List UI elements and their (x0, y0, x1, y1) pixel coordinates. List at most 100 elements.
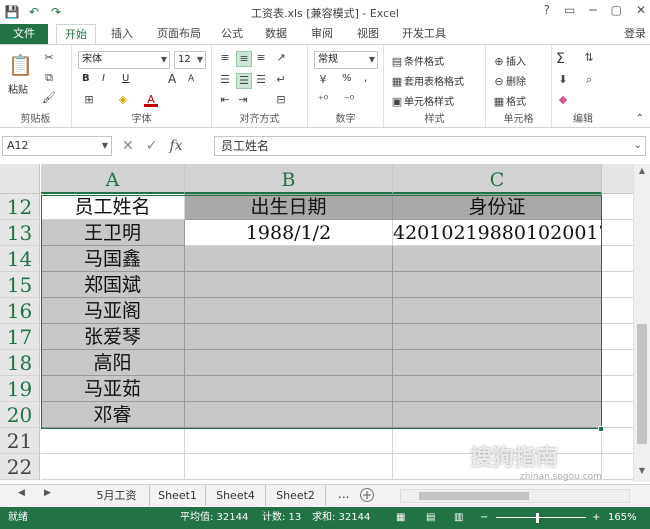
formula-input[interactable]: 员工姓名 ⌄ (214, 136, 646, 156)
close-icon[interactable]: ✕ (636, 3, 646, 17)
cell-b14[interactable] (185, 246, 393, 272)
cell-c13[interactable]: 420102198801020017 (393, 220, 602, 246)
format-cells-button[interactable]: ▦ 格式 (492, 93, 526, 109)
expand-formula-icon[interactable]: ⌄ (634, 137, 642, 155)
comma-button[interactable]: , (364, 73, 367, 84)
cell-styles-button[interactable]: ▣ 单元格样式 (390, 93, 454, 109)
grow-font-button[interactable]: A (168, 72, 176, 86)
row-header[interactable]: 17 (0, 324, 40, 350)
maximize-icon[interactable]: ▢ (611, 3, 622, 17)
select-all-corner[interactable] (0, 164, 40, 194)
cell-a12[interactable]: 员工姓名 (41, 194, 185, 220)
cell-c20[interactable] (393, 402, 602, 428)
percent-button[interactable]: % (342, 73, 352, 84)
cancel-icon[interactable]: ✕ (122, 138, 134, 154)
format-as-table-button[interactable]: ▦ 套用表格格式 (390, 73, 464, 89)
underline-button[interactable]: U (122, 73, 129, 84)
enter-icon[interactable]: ✓ (146, 138, 158, 154)
column-header-a[interactable]: A (41, 164, 185, 194)
number-format-select[interactable]: 常规 ▼ (314, 51, 378, 69)
orientation-icon[interactable]: ↗ (274, 51, 288, 65)
page-break-view-icon[interactable]: ▥ (454, 507, 463, 529)
border-icon[interactable]: ⊞ (82, 93, 96, 107)
font-name-select[interactable]: 宋体 ▼ (78, 51, 170, 69)
row-header[interactable]: 22 (0, 454, 40, 480)
cell-a19[interactable]: 马亚茹 (41, 376, 185, 402)
align-right-icon[interactable]: ☰ (254, 73, 268, 87)
cell-a22[interactable] (41, 454, 185, 480)
insert-function-button[interactable]: fx (169, 138, 182, 154)
zoom-slider-thumb[interactable] (536, 513, 539, 523)
worksheet-grid[interactable]: ABC 12 员工姓名 出生日期 身份证 13 王卫明 1988/1/2 4201021988… (0, 164, 650, 482)
cell-a14[interactable]: 马国鑫 (41, 246, 185, 272)
shrink-font-button[interactable]: A (188, 74, 194, 84)
scroll-up-icon[interactable]: ▲ (634, 166, 650, 180)
font-size-select[interactable]: 12 ▼ (174, 51, 206, 69)
fill-handle[interactable] (598, 426, 604, 432)
tab-formulas[interactable]: 公式 (214, 24, 250, 44)
currency-icon[interactable]: ¥ (316, 73, 330, 87)
cell-a20[interactable]: 邓睿 (41, 402, 185, 428)
tab-view[interactable]: 视图 (348, 24, 388, 44)
cell-c19[interactable] (393, 376, 602, 402)
sheet-tab-sheet4[interactable]: Sheet4 (206, 485, 266, 506)
cell-a13[interactable]: 王卫明 (41, 220, 185, 246)
more-sheets-button[interactable]: ... (338, 487, 349, 501)
cell-c12[interactable]: 身份证 (393, 194, 602, 220)
column-header-b[interactable]: B (185, 164, 393, 194)
align-middle-icon[interactable]: ≡ (236, 51, 252, 67)
tab-developer[interactable]: 开发工具 (394, 24, 454, 44)
tab-data[interactable]: 数据 (256, 24, 296, 44)
horizontal-scrollbar[interactable] (400, 489, 630, 503)
row-header[interactable]: 12 (0, 194, 40, 220)
row-header[interactable]: 20 (0, 402, 40, 428)
minimize-icon[interactable]: ─ (589, 3, 596, 17)
cell-b16[interactable] (185, 298, 393, 324)
zoom-slider[interactable] (496, 517, 586, 518)
login-link[interactable]: 登录 (624, 24, 646, 44)
hscroll-thumb[interactable] (419, 492, 529, 500)
add-sheet-icon[interactable]: + (360, 488, 374, 502)
row-header[interactable]: 18 (0, 350, 40, 376)
prev-sheet-icon[interactable]: ◀ (18, 488, 25, 498)
row-header[interactable]: 14 (0, 246, 40, 272)
row-header[interactable]: 21 (0, 428, 40, 454)
sheet-tab-may-salary[interactable]: 5月工资 (84, 485, 150, 506)
sheet-tab-sheet1[interactable]: Sheet1 (150, 485, 206, 506)
name-box[interactable]: A12 ▼ (2, 136, 112, 156)
italic-button[interactable]: I (102, 73, 105, 84)
copy-icon[interactable]: ⧉ (42, 71, 56, 85)
cell-b17[interactable] (185, 324, 393, 350)
format-painter-icon[interactable]: 🖌 (42, 91, 56, 105)
fill-color-icon[interactable]: ◈ (116, 93, 130, 107)
increase-indent-icon[interactable]: ⇥ (236, 93, 250, 107)
ribbon-display-icon[interactable]: ▭ (564, 3, 575, 17)
merge-center-icon[interactable]: ⊟ (274, 93, 288, 107)
page-layout-view-icon[interactable]: ▤ (426, 507, 435, 529)
cell-b13[interactable]: 1988/1/2 (185, 220, 393, 246)
conditional-format-button[interactable]: ▤ 条件格式 (390, 53, 444, 69)
zoom-out-icon[interactable]: − (480, 507, 488, 529)
cell-a17[interactable]: 张爱琴 (41, 324, 185, 350)
cell-c18[interactable] (393, 350, 602, 376)
cell-a21[interactable] (41, 428, 185, 454)
tab-file[interactable]: 文件 (0, 24, 48, 44)
clear-icon[interactable]: ◆ (556, 93, 570, 107)
cell-c14[interactable] (393, 246, 602, 272)
fill-icon[interactable]: ⬇ (556, 73, 570, 87)
row-header[interactable]: 16 (0, 298, 40, 324)
decrease-indent-icon[interactable]: ⇤ (218, 93, 232, 107)
font-color-icon[interactable]: A (144, 93, 158, 107)
zoom-in-icon[interactable]: + (592, 507, 600, 529)
delete-cells-button[interactable]: ⊖ 删除 (492, 73, 526, 89)
cell-a16[interactable]: 马亚阁 (41, 298, 185, 324)
cell-c15[interactable] (393, 272, 602, 298)
cell-b19[interactable] (185, 376, 393, 402)
paste-button[interactable]: 粘贴 (8, 81, 28, 96)
cell-b21[interactable] (185, 428, 393, 454)
align-bottom-icon[interactable]: ≡ (254, 51, 268, 65)
cut-icon[interactable]: ✂ (42, 51, 56, 65)
row-header[interactable]: 15 (0, 272, 40, 298)
cell-a15[interactable]: 郑国斌 (41, 272, 185, 298)
cell-c16[interactable] (393, 298, 602, 324)
